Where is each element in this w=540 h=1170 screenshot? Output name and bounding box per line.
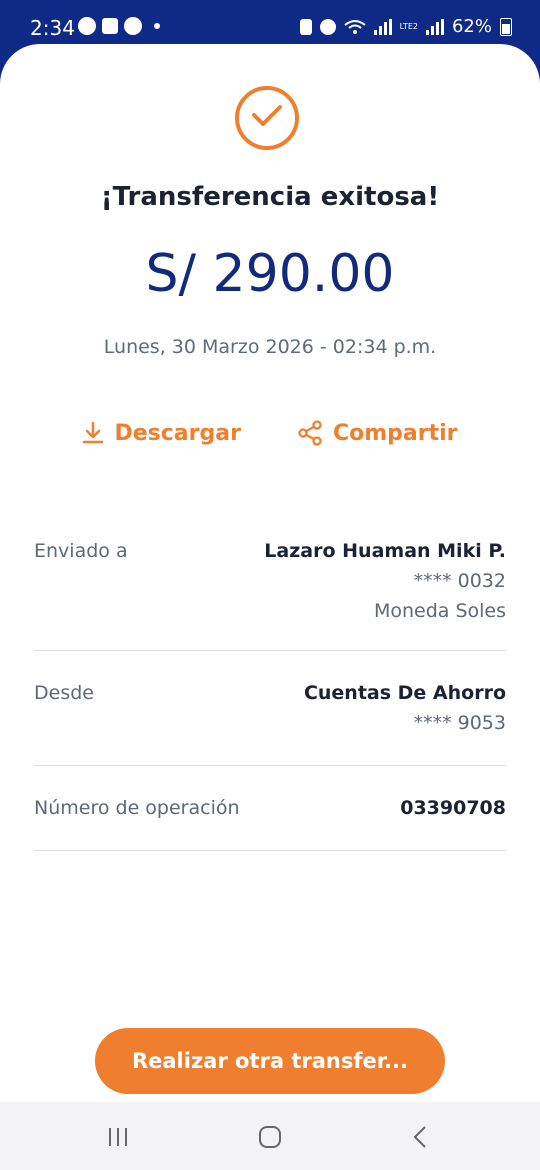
share-icon xyxy=(298,420,322,446)
recipient-account: **** 0032 xyxy=(413,570,506,592)
download-label: Descargar xyxy=(114,420,241,446)
lte-label: LTE2 xyxy=(399,22,418,31)
home-icon xyxy=(259,1126,281,1148)
more-notifications-dot xyxy=(154,23,160,29)
page-title: ¡Transferencia exitosa! xyxy=(100,182,440,212)
back-icon xyxy=(413,1126,426,1148)
detail-label: Enviado a xyxy=(34,540,128,562)
recent-apps-button[interactable] xyxy=(98,1124,138,1150)
alarm-icon xyxy=(319,18,336,35)
detail-value: Lazaro Huaman Miki P. **** 0032 Moneda S… xyxy=(264,540,506,622)
status-left-icons xyxy=(78,17,160,35)
success-check-icon xyxy=(235,86,299,150)
back-button[interactable] xyxy=(400,1124,440,1150)
share-button[interactable]: Compartir xyxy=(297,420,458,446)
transfer-datetime: Lunes, 30 Marzo 2026 - 02:34 p.m. xyxy=(103,336,437,358)
check-icon xyxy=(252,105,282,126)
messenger-icon xyxy=(124,17,142,35)
receipt-actions: Descargar Compartir xyxy=(0,420,540,446)
signal-icon-2 xyxy=(425,18,444,35)
download-icon xyxy=(83,421,104,444)
detail-label: Número de operación xyxy=(34,797,240,819)
status-right: LTE2 62% xyxy=(299,16,512,37)
recipient-name: Lazaro Huaman Miki P. xyxy=(264,540,506,562)
wifi-icon xyxy=(343,19,366,34)
battery-percent: 62% xyxy=(451,16,492,37)
new-transfer-button[interactable]: Realizar otra transfer... xyxy=(95,1028,445,1094)
system-nav-bar xyxy=(0,1102,540,1170)
operation-number: 03390708 xyxy=(400,797,506,819)
detail-row-recipient: Enviado a Lazaro Huaman Miki P. **** 003… xyxy=(34,520,506,651)
share-label: Compartir xyxy=(332,420,458,446)
signal-icon xyxy=(373,18,392,35)
detail-value: 03390708 xyxy=(400,797,506,819)
receipt-card: ¡Transferencia exitosa! S/ 290.00 Lunes,… xyxy=(0,44,540,1170)
source-account-number: **** 9053 xyxy=(413,712,506,734)
recent-apps-icon xyxy=(109,1128,127,1146)
detail-label: Desde xyxy=(34,682,94,704)
detail-row-operation: Número de operación 03390708 xyxy=(34,765,506,851)
detail-value: Cuentas De Ahorro **** 9053 xyxy=(304,682,506,734)
home-button[interactable] xyxy=(250,1124,290,1150)
detail-row-source: Desde Cuentas De Ahorro **** 9053 xyxy=(34,650,506,766)
battery-icon xyxy=(500,17,512,36)
download-button[interactable]: Descargar xyxy=(82,420,241,446)
status-time: 2:34 xyxy=(30,16,75,40)
source-account-type: Cuentas De Ahorro xyxy=(303,682,506,704)
battery-saver-icon xyxy=(299,18,312,35)
recipient-currency: Moneda Soles xyxy=(373,600,506,622)
transfer-amount: S/ 290.00 xyxy=(145,244,395,304)
whatsapp-icon xyxy=(78,17,96,35)
notification-icon xyxy=(102,18,118,34)
